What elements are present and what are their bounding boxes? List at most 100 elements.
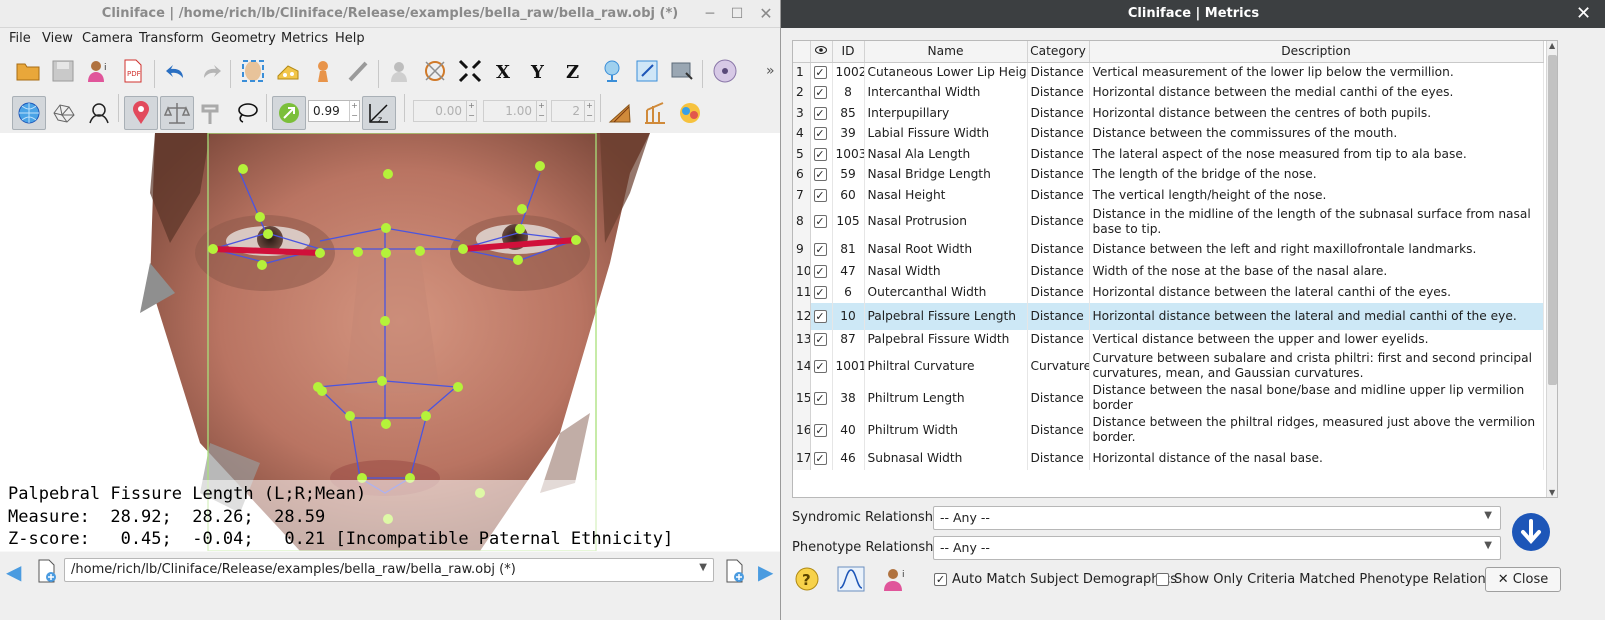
visibility-checkbox[interactable]: ✓ (813, 215, 827, 228)
table-row[interactable]: 17 ✓ 46 Subnasal Width Distance Horizontal di… (793, 446, 1544, 470)
undo-icon[interactable] (161, 56, 191, 86)
wireframe-icon[interactable] (49, 98, 79, 128)
row-visibility-checkbox[interactable]: ✓ (810, 282, 833, 303)
visibility-checkbox[interactable]: ✓ (813, 359, 827, 373)
zscore-axis-icon[interactable]: z (362, 96, 396, 130)
align-icon[interactable] (420, 56, 450, 86)
menu-transform[interactable]: Transform (139, 31, 204, 46)
visibility-eye-icon[interactable] (810, 41, 833, 63)
texture-view-icon[interactable] (12, 96, 46, 130)
snapshot-icon[interactable] (667, 56, 697, 86)
header-category[interactable]: Category (1027, 41, 1090, 63)
table-row[interactable]: 5 ✓ 1003 Nasal Ala Length Distance The latera… (793, 144, 1544, 165)
auto-match-option[interactable]: ✓ Auto Match Subject Demographics (934, 572, 1177, 587)
subject-info-icon[interactable]: i (881, 566, 909, 596)
table-row[interactable]: 4 ✓ 39 Labial Fissure Width Distance Distance… (793, 123, 1544, 144)
face-detect-icon[interactable] (238, 56, 268, 86)
redo-icon[interactable] (196, 56, 226, 86)
visibility-checkbox[interactable]: ✓ (813, 265, 827, 279)
prev-file-icon[interactable]: ◀ (6, 560, 21, 584)
visibility-checkbox[interactable]: ✓ (813, 309, 827, 323)
table-row[interactable]: 2 ✓ 8 Intercanthal Width Distance Horizontal … (793, 82, 1544, 103)
metrics-titlebar[interactable]: Cliniface | Metrics ✕ (781, 0, 1605, 28)
scale-tool-icon[interactable] (272, 96, 306, 130)
table-scrollbar[interactable]: ▲ ▼ (1546, 41, 1557, 497)
visibility-checkbox[interactable]: ✓ (813, 423, 827, 437)
metrics-close-icon[interactable]: ✕ (1576, 3, 1591, 24)
maximize-button[interactable]: ☐ (727, 4, 747, 24)
header-name[interactable]: Name (864, 41, 1028, 63)
table-row[interactable]: 7 ✓ 60 Nasal Height Distance The vertical len… (793, 185, 1544, 206)
shrink-icon[interactable] (455, 56, 485, 86)
open-folder-icon[interactable] (13, 56, 43, 86)
distribution-chart-icon[interactable] (837, 566, 865, 596)
table-row[interactable]: 3 ✓ 85 Interpupillary Distance Horizontal dis… (793, 103, 1544, 124)
row-visibility-checkbox[interactable]: ✓ (810, 82, 833, 103)
syndromic-combo[interactable]: -- Any -- ▼ (933, 506, 1501, 530)
phenotype-combo[interactable]: -- Any -- ▼ (933, 536, 1501, 560)
new-file-icon[interactable] (36, 559, 58, 587)
menu-help[interactable]: Help (335, 31, 365, 46)
criteria-checkbox[interactable] (1156, 573, 1169, 586)
toolbar-overflow-icon[interactable]: » (766, 63, 775, 79)
resize-icon[interactable] (632, 56, 662, 86)
header-id[interactable]: ID (832, 41, 865, 63)
table-row[interactable]: 6 ✓ 59 Nasal Bridge Length Distance The lengt… (793, 164, 1544, 185)
table-row[interactable]: 8 ✓ 105 Nasal Protrusion Distance Distance in… (793, 205, 1544, 238)
visibility-checkbox[interactable]: ✓ (813, 66, 827, 79)
smooth-icon[interactable] (308, 56, 338, 86)
visibility-checkbox[interactable]: ✓ (813, 86, 827, 100)
visibility-checkbox[interactable]: ✓ (813, 127, 827, 141)
menu-geometry[interactable]: Geometry (211, 31, 276, 46)
pdf-report-icon[interactable]: PDF (118, 56, 148, 86)
close-button[interactable]: ✕ Close (1485, 567, 1561, 592)
row-visibility-checkbox[interactable]: ✓ (810, 205, 833, 238)
menu-camera[interactable]: Camera (82, 31, 133, 46)
criteria-option[interactable]: Show Only Criteria Matched Phenotype Rel… (1156, 572, 1519, 587)
table-row[interactable]: 1 ✓ 1002 Cutaneous Lower Lip Height Distance… (793, 62, 1544, 83)
mirror-x-icon[interactable]: X (490, 56, 520, 86)
row-visibility-checkbox[interactable]: ✓ (810, 446, 833, 470)
table-row[interactable]: 16 ✓ 40 Philtrum Width Distance Distance betw… (793, 414, 1544, 446)
row-visibility-checkbox[interactable]: ✓ (810, 185, 833, 206)
mirror-z-icon[interactable]: Z (560, 56, 590, 86)
face-reset-icon[interactable] (385, 56, 415, 86)
file-path-combo[interactable]: /home/rich/lb/Cliniface/Release/examples… (64, 558, 714, 582)
table-row[interactable]: 13 ✓ 87 Palpebral Fissure Width Distance Vert… (793, 329, 1544, 350)
table-row[interactable]: 15 ✓ 38 Philtrum Length Distance Distance bet… (793, 382, 1544, 414)
add-file-icon[interactable] (724, 559, 746, 587)
visibility-checkbox[interactable]: ✓ (813, 243, 827, 256)
crop-icon[interactable] (343, 56, 373, 86)
help-icon[interactable]: ? (794, 566, 820, 596)
next-file-icon[interactable]: ▶ (758, 560, 773, 584)
scale-spinbox[interactable]: 0.99 + − (308, 100, 360, 122)
visibility-checkbox[interactable]: ✓ (813, 188, 827, 202)
table-row[interactable]: 9 ✓ 81 Nasal Root Width Distance Distance bet… (793, 237, 1544, 262)
row-visibility-checkbox[interactable]: ✓ (810, 350, 833, 382)
metrics-scale-icon[interactable] (160, 96, 194, 130)
row-visibility-checkbox[interactable]: ✓ (810, 103, 833, 124)
depth-ruler-icon[interactable] (640, 98, 670, 128)
menu-file[interactable]: File (9, 31, 31, 46)
table-row[interactable]: 11 ✓ 6 Outercanthal Width Distance Horizontal… (793, 282, 1544, 303)
color-face-icon[interactable] (675, 98, 705, 128)
outline-face-icon[interactable] (84, 98, 114, 128)
disc-icon[interactable] (710, 56, 740, 86)
angle-ruler-icon[interactable] (605, 98, 635, 128)
row-visibility-checkbox[interactable]: ✓ (810, 144, 833, 165)
menu-view[interactable]: View (42, 31, 73, 46)
row-visibility-checkbox[interactable]: ✓ (810, 164, 833, 185)
lasso-icon[interactable] (232, 98, 262, 128)
visibility-checkbox[interactable]: ✓ (813, 147, 827, 161)
auto-match-checkbox[interactable]: ✓ (934, 573, 947, 586)
row-visibility-checkbox[interactable]: ✓ (810, 261, 833, 282)
close-button[interactable]: ✕ (756, 4, 776, 24)
visibility-checkbox[interactable]: ✓ (813, 285, 827, 299)
subject-info-icon[interactable]: i (83, 56, 113, 86)
lamp-icon[interactable] (597, 56, 627, 86)
table-row[interactable]: 10 ✓ 47 Nasal Width Distance Width of the nos… (793, 261, 1544, 282)
save-icon[interactable] (48, 56, 78, 86)
visibility-checkbox[interactable]: ✓ (813, 168, 827, 182)
row-visibility-checkbox[interactable]: ✓ (810, 123, 833, 144)
minimize-button[interactable]: ─ (700, 4, 720, 24)
